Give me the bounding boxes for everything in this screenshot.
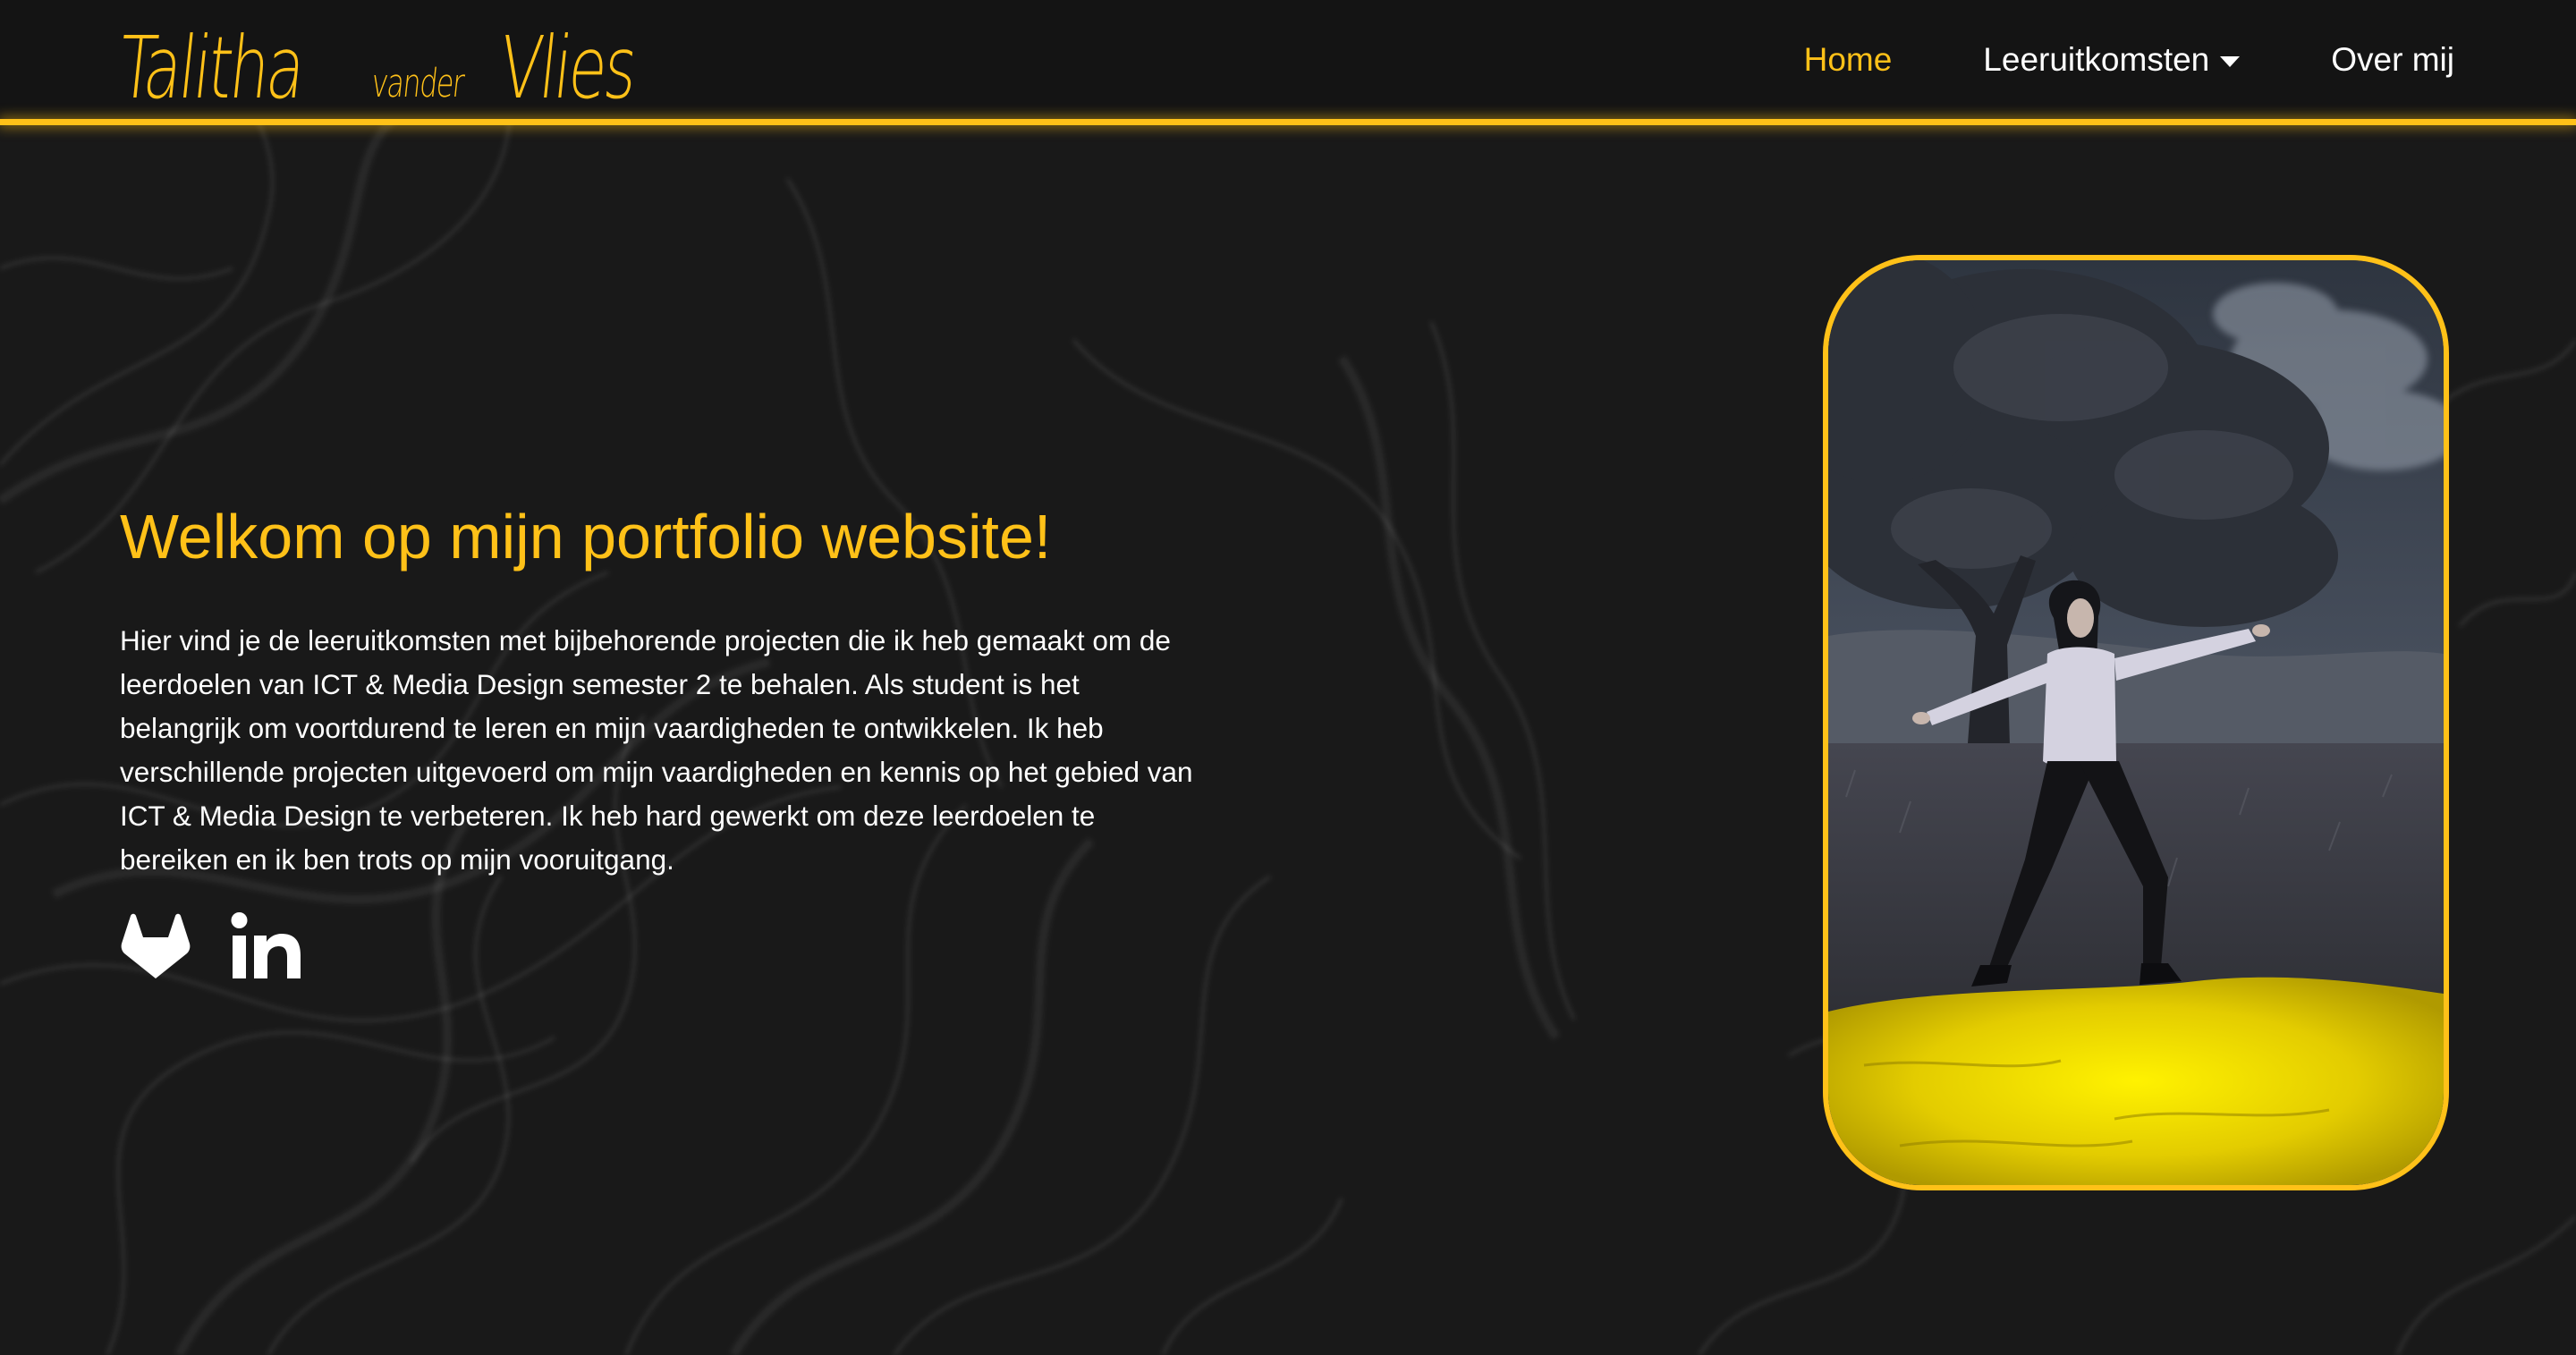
nav-item-leeruitkomsten[interactable]: Leeruitkomsten [1983,40,2241,79]
intro-paragraph: Hier vind je de leeruitkomsten met bijbe… [120,619,1247,882]
page-title: Welkom op mijn portfolio website! [120,502,1052,572]
portrait-photo-image [1828,260,2444,1185]
intro-line: bereiken en ik ben trots op mijn vooruit… [120,843,674,876]
logo-last-name: Vlies [495,18,640,118]
linkedin-icon [231,912,301,978]
social-links [120,910,304,987]
nav-item-leeruitkomsten-label: Leeruitkomsten [1983,40,2210,78]
gitlab-link[interactable] [120,910,191,987]
chevron-down-icon [2220,55,2241,67]
intro-line: verschillende projecten uitgevoerd om mi… [120,756,1193,788]
header-divider [0,119,2576,125]
intro-line: leerdoelen van ICT & Media Design semest… [120,668,1080,700]
nav-item-over-mij[interactable]: Over mij [2331,41,2454,79]
intro-line: Hier vind je de leeruitkomsten met bijbe… [120,624,1171,656]
nav-item-home[interactable]: Home [1804,41,1893,79]
site-header: Talitha vander Vlies Home Leeruitkomsten… [0,0,2576,119]
main-nav: Home Leeruitkomsten Over mij [1804,0,2454,119]
site-logo[interactable]: Talitha vander Vlies [114,13,692,118]
page: Talitha vander Vlies Home Leeruitkomsten… [0,0,2576,1355]
linkedin-link[interactable] [229,910,304,987]
logo-middle-name: vander [369,61,466,106]
gitlab-icon [121,913,191,978]
logo-first-name: Talitha [114,18,308,118]
intro-line: ICT & Media Design te verbeteren. Ik heb… [120,800,1096,832]
portrait-photo [1823,255,2449,1190]
intro-line: belangrijk om voortdurend te leren en mi… [120,712,1104,744]
